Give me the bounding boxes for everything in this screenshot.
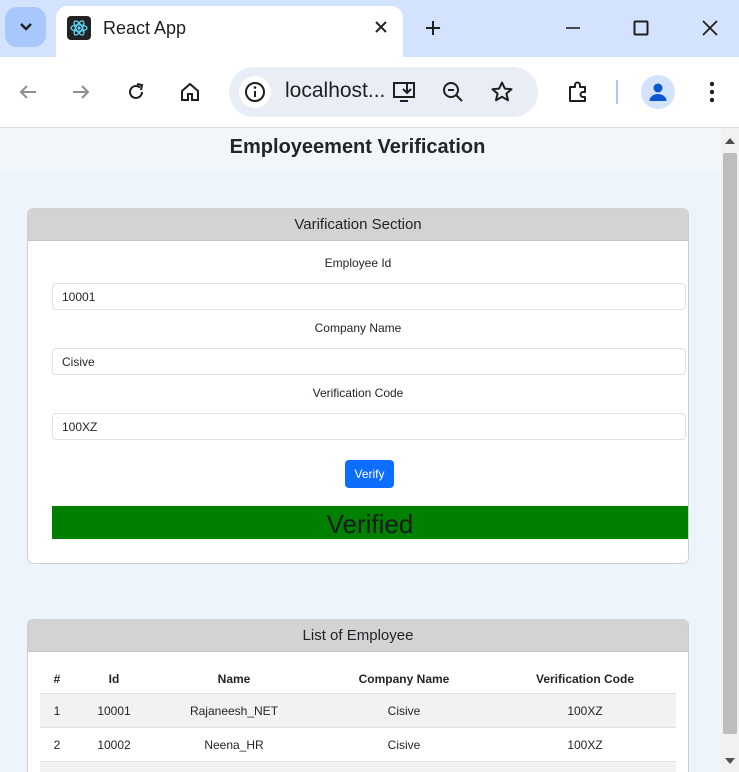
url-text: localhost... (285, 79, 386, 102)
cell-name: Rajaneesh_NET (154, 693, 314, 728)
page-header: Employeement Verification (0, 128, 721, 170)
reload-button[interactable] (119, 75, 153, 109)
tab-title: React App (103, 18, 187, 38)
table-row: 2 10002 Neena_HR Cisive 100XZ (40, 727, 676, 762)
zoom-button[interactable] (437, 76, 469, 108)
scrollbar-thumb[interactable] (723, 153, 737, 734)
cell-index: 3 (40, 761, 74, 772)
active-tab[interactable]: React App (56, 6, 403, 57)
extensions-button[interactable] (561, 75, 595, 109)
zoom-out-icon (443, 82, 463, 102)
reload-icon (129, 83, 144, 99)
page-viewport: Employeement Verification Varification S… (0, 128, 721, 772)
browser-toolbar: localhost... (0, 57, 739, 128)
minimize-icon (566, 27, 580, 29)
install-app-icon (393, 82, 415, 102)
employee-list-card: List of Employee # Id Name Company Name … (27, 619, 689, 772)
cell-code: 100XZ (494, 761, 676, 772)
cell-index: 1 (40, 693, 74, 728)
table-header-row: # Id Name Company Name Verification Code (40, 664, 676, 694)
verification-code-input[interactable]: 100XZ (52, 413, 686, 440)
cell-id: 10003 (74, 761, 154, 772)
table-row: 1 10001 Rajaneesh_NET Cisive 100XZ (40, 693, 676, 728)
cell-id: 10002 (74, 727, 154, 762)
verification-result: Verified (52, 506, 688, 539)
cell-company: Cisive (314, 693, 494, 728)
toolbar-separator (616, 80, 618, 104)
scroll-up-icon[interactable] (725, 137, 735, 144)
home-button[interactable] (173, 75, 207, 109)
forward-button[interactable] (64, 75, 98, 109)
employee-table: # Id Name Company Name Verification Code… (40, 664, 676, 772)
close-icon (375, 21, 387, 33)
install-app-button[interactable] (389, 76, 421, 108)
verify-button[interactable]: Verify (345, 460, 394, 488)
cell-code: 100XZ (494, 693, 676, 728)
home-icon (181, 82, 199, 101)
maximize-icon (633, 20, 649, 36)
employee-id-label: Employee Id (324, 256, 392, 270)
forward-icon (73, 85, 90, 99)
tab-search-button[interactable] (5, 7, 46, 47)
employee-list-header: List of Employee (28, 620, 688, 652)
cell-index: 2 (40, 727, 74, 762)
page-title: Employeement Verification (229, 136, 486, 158)
bookmark-button[interactable] (486, 76, 518, 108)
table-row: 3 10003 Test User1 Test Comp 100XZ (40, 761, 676, 772)
close-tab-button[interactable] (369, 15, 393, 39)
cell-name: Neena_HR (154, 727, 314, 762)
chevron-down-icon (19, 23, 32, 31)
plus-icon (426, 21, 440, 35)
verification-card-header: Varification Section (28, 209, 688, 241)
company-name-label: Company Name (314, 321, 402, 335)
page-scrollbar[interactable] (721, 128, 739, 772)
minimize-button[interactable] (557, 12, 589, 44)
address-bar[interactable]: localhost... (229, 67, 538, 117)
column-header: Id (108, 671, 120, 686)
scroll-down-icon[interactable] (725, 758, 735, 765)
cell-company: Test Comp (314, 761, 494, 772)
cell-company: Cisive (314, 727, 494, 762)
tab-strip: React App (0, 0, 739, 57)
react-logo-icon (67, 16, 91, 40)
cell-code: 100XZ (494, 727, 676, 762)
verification-code-label: Verification Code (312, 386, 404, 400)
profile-icon (649, 83, 667, 101)
employee-id-input[interactable]: 10001 (52, 283, 686, 310)
column-header: Name (217, 671, 251, 686)
site-info-button[interactable] (239, 76, 271, 108)
more-vert-icon (709, 81, 715, 103)
star-icon (491, 81, 513, 102)
verification-card: Varification Section Employee Id 10001 C… (27, 208, 689, 564)
back-button[interactable] (11, 75, 45, 109)
close-window-button[interactable] (694, 12, 726, 44)
extensions-icon (569, 81, 586, 102)
profile-button[interactable] (641, 75, 675, 109)
column-header: Verification Code (535, 671, 635, 686)
company-name-input[interactable]: Cisive (52, 348, 686, 375)
info-icon (245, 82, 265, 102)
close-icon (702, 20, 718, 36)
back-icon (19, 85, 36, 99)
cell-name: Test User1 (154, 761, 314, 772)
new-tab-button[interactable] (419, 14, 447, 42)
column-header: Company Name (358, 671, 450, 686)
column-header: # (53, 671, 61, 686)
menu-button[interactable] (695, 75, 729, 109)
cell-id: 10001 (74, 693, 154, 728)
maximize-button[interactable] (625, 12, 657, 44)
